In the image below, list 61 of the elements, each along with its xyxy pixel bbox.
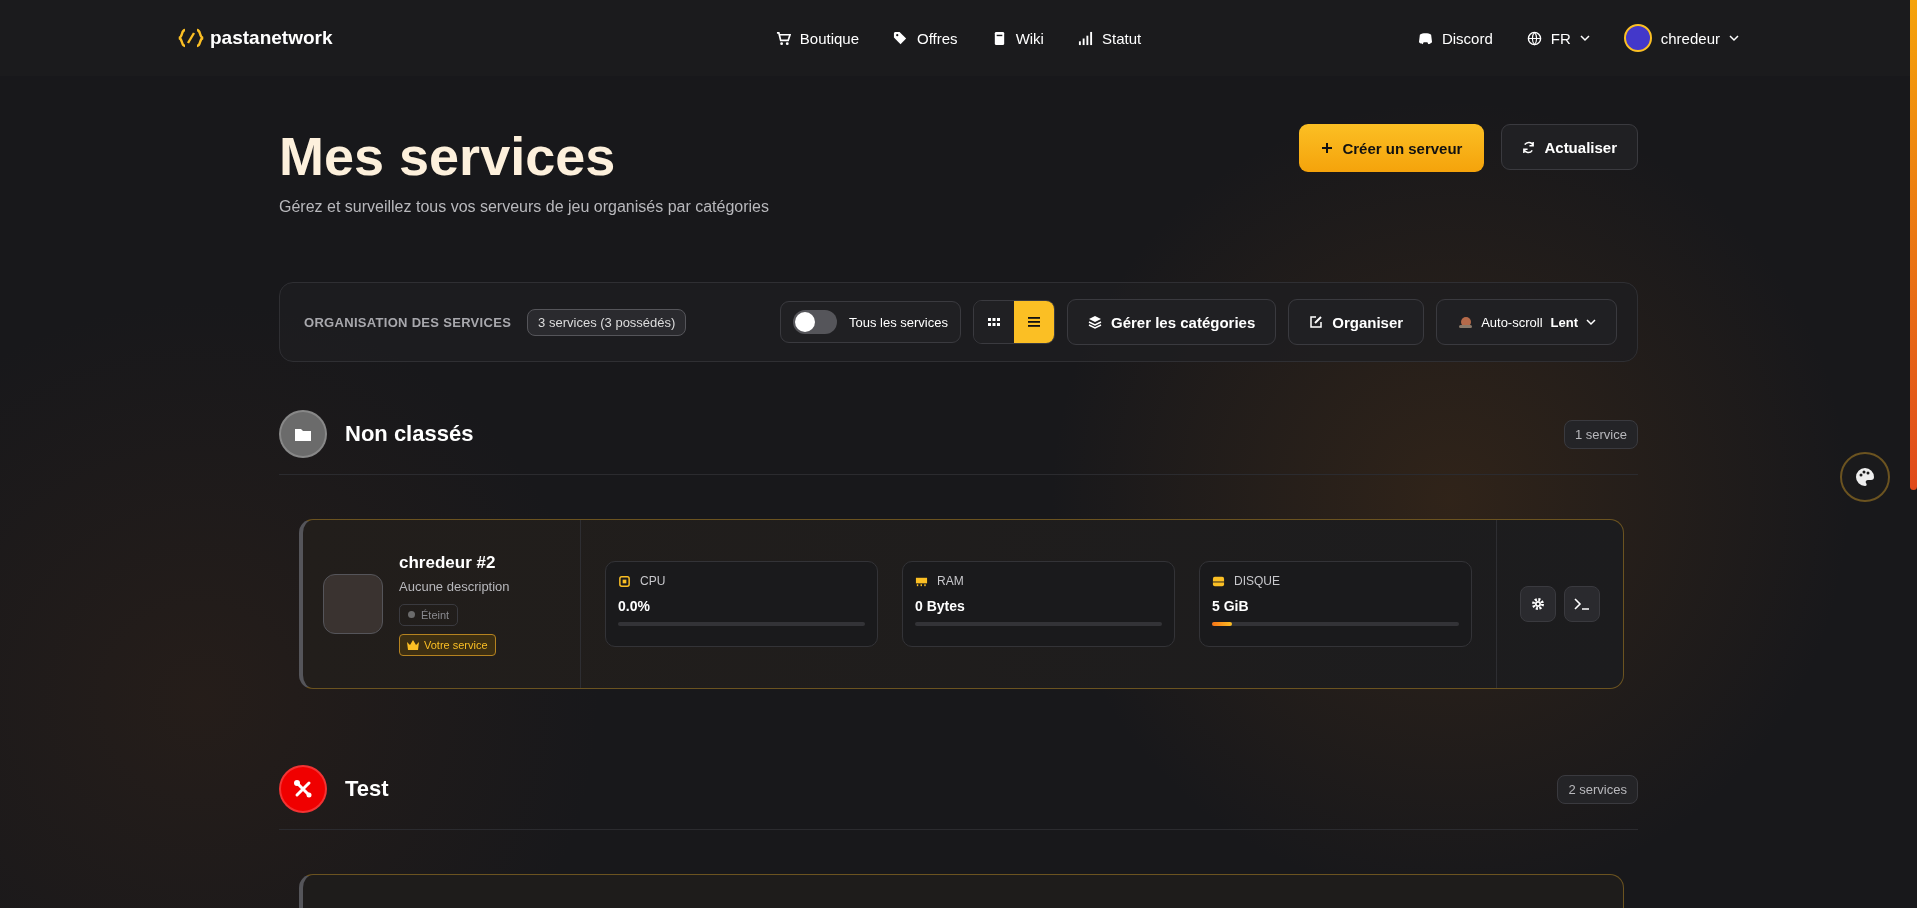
metric-label: CPU <box>640 574 666 588</box>
tag-icon <box>893 30 909 46</box>
auto-scroll-dropdown[interactable]: Auto-scroll Lent <box>1436 299 1617 345</box>
metric-label: DISQUE <box>1234 574 1280 588</box>
language-dropdown[interactable]: FR <box>1526 29 1590 47</box>
console-button[interactable] <box>1564 586 1600 622</box>
theme-button[interactable] <box>1840 452 1890 502</box>
all-services-toggle[interactable]: Tous les services <box>780 301 961 343</box>
page-subtitle: Gérez et surveillez tous vos serveurs de jeu organisés par catégories <box>279 198 769 216</box>
create-server-button[interactable]: Créer un serveur <box>1299 124 1485 172</box>
nav-link[interactable]: Wiki <box>991 29 1044 47</box>
section-title: Non classés <box>345 421 475 447</box>
layers-icon <box>1088 315 1102 329</box>
services-count: 3 services (3 possédés) <box>527 308 687 336</box>
signal-bars-icon <box>1077 30 1093 46</box>
logo-icon <box>178 28 204 48</box>
nav-link[interactable]: Boutique <box>775 29 860 47</box>
chevron-down-icon <box>1729 33 1739 43</box>
terminal-icon <box>1574 598 1590 610</box>
metric-label: RAM <box>937 574 964 588</box>
page-title: Mes services <box>279 125 617 188</box>
metric-value: 5 GiB <box>1212 598 1250 614</box>
discord-link[interactable]: Discord <box>1417 29 1493 47</box>
user-menu[interactable]: chredeur <box>1623 24 1739 52</box>
refresh-button[interactable]: Actualiser <box>1501 124 1638 170</box>
refresh-icon <box>1522 140 1536 154</box>
globe-icon <box>1526 30 1542 46</box>
list-icon <box>1028 317 1040 327</box>
avatar <box>1623 24 1652 52</box>
metric-value: 0.0% <box>618 598 651 614</box>
toolbar-label: ORGANISATION DES SERVICES <box>304 314 512 330</box>
grid-view-button[interactable] <box>974 301 1014 343</box>
plus-icon <box>1321 142 1334 154</box>
section-title: Test <box>345 776 390 802</box>
drive-icon <box>1212 574 1225 588</box>
settings-icon <box>1531 597 1545 611</box>
organize-button[interactable]: Organiser <box>1288 299 1425 345</box>
owner-badge: Votre service <box>399 633 496 656</box>
section-count: 1 service <box>1563 419 1638 449</box>
service-card[interactable]: chredeur #2 Aucune description Éteint Votre service CPU 0.0% RAM 0 Bytes DISQUE 5 GiB <box>299 519 1624 689</box>
chip-icon <box>618 574 631 588</box>
service-name: chredeur #2 <box>399 552 497 573</box>
chevron-down-icon <box>1586 317 1596 327</box>
scrollbar-thumb[interactable] <box>1910 0 1917 490</box>
crown-icon <box>407 639 419 650</box>
nav-link[interactable]: Offres <box>893 29 958 47</box>
status-label: Éteint <box>399 603 459 626</box>
grid-icon <box>988 318 1000 326</box>
palette-icon <box>1855 467 1875 487</box>
cart-icon <box>775 30 791 46</box>
nav-link[interactable]: Statut <box>1077 29 1142 47</box>
service-description: Aucune description <box>399 578 510 594</box>
manage-categories-button[interactable]: Gérer les catégories <box>1067 299 1277 345</box>
section-count: 2 services <box>1557 774 1638 804</box>
metric-value: 0 Bytes <box>915 598 966 614</box>
settings-button[interactable] <box>1520 586 1556 622</box>
logo-text[interactable]: pastanetwork <box>210 27 333 49</box>
server-image-placeholder <box>323 574 383 634</box>
edit-icon <box>1309 315 1324 329</box>
chevron-down-icon <box>1579 33 1590 43</box>
list-view-button[interactable] <box>1014 301 1054 343</box>
